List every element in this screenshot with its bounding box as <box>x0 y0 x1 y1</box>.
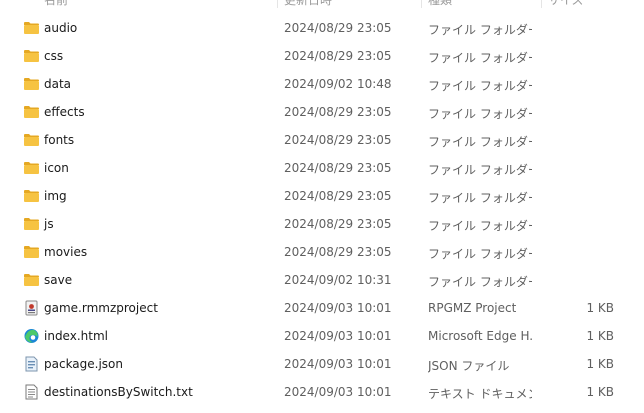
file-type: Microsoft Edge H... <box>428 329 532 343</box>
file-type: テキスト ドキュメント <box>428 387 532 401</box>
folder-icon <box>23 20 40 36</box>
file-row[interactable]: package.json 2024/09/03 10:01 JSON ファイル 1 K… <box>0 350 644 378</box>
file-name: game.rmmzproject <box>44 301 158 315</box>
column-divider[interactable] <box>541 0 542 8</box>
header-type[interactable]: 種類 <box>428 0 452 8</box>
file-date: 2024/08/29 23:05 <box>284 189 392 203</box>
file-date: 2024/08/29 23:05 <box>284 133 392 147</box>
file-type: ファイル フォルダー <box>428 79 532 93</box>
file-row[interactable]: index.html 2024/09/03 10:01 Microsoft Edge… <box>0 322 644 350</box>
file-type: ファイル フォルダー <box>428 191 532 205</box>
folder-icon <box>23 76 40 92</box>
file-date: 2024/08/29 23:05 <box>284 105 392 119</box>
file-row[interactable]: destinationsBySwitch.txt 2024/09/03 10:01… <box>0 378 644 406</box>
file-date: 2024/09/03 10:01 <box>284 385 392 399</box>
file-type: ファイル フォルダー <box>428 23 532 37</box>
column-header: 名前 更新日時 種類 サイズ <box>0 0 644 8</box>
folder-icon <box>23 48 40 64</box>
file-date: 2024/09/03 10:01 <box>284 357 392 371</box>
folder-icon <box>23 272 40 288</box>
folder-icon <box>23 216 40 232</box>
column-divider[interactable] <box>277 0 278 8</box>
file-date: 2024/08/29 23:05 <box>284 49 392 63</box>
file-type: RPGMZ Project <box>428 301 517 315</box>
file-row[interactable]: css 2024/08/29 23:05 ファイル フォルダー <box>0 42 644 70</box>
file-date: 2024/08/29 23:05 <box>284 245 392 259</box>
file-row[interactable]: save 2024/09/02 10:31 ファイル フォルダー <box>0 266 644 294</box>
file-size: 1 KB <box>586 385 614 399</box>
file-name: effects <box>44 105 85 119</box>
file-name: img <box>44 189 67 203</box>
file-name: fonts <box>44 133 75 147</box>
folder-icon <box>23 188 40 204</box>
file-date: 2024/09/02 10:48 <box>284 77 392 91</box>
file-name: audio <box>44 21 78 35</box>
file-type: ファイル フォルダー <box>428 275 532 289</box>
file-type: ファイル フォルダー <box>428 247 532 261</box>
file-size: 1 KB <box>586 301 614 315</box>
json-file-icon <box>23 356 40 372</box>
file-type: ファイル フォルダー <box>428 51 532 65</box>
file-row[interactable]: img 2024/08/29 23:05 ファイル フォルダー <box>0 182 644 210</box>
file-row[interactable]: movies 2024/08/29 23:05 ファイル フォルダー <box>0 238 644 266</box>
file-date: 2024/09/03 10:01 <box>284 301 392 315</box>
column-divider[interactable] <box>421 0 422 8</box>
text-file-icon <box>23 384 40 400</box>
folder-icon <box>23 244 40 260</box>
file-date: 2024/09/02 10:31 <box>284 273 392 287</box>
folder-icon <box>23 104 40 120</box>
folder-icon <box>23 132 40 148</box>
file-row[interactable]: data 2024/09/02 10:48 ファイル フォルダー <box>0 70 644 98</box>
file-type: ファイル フォルダー <box>428 219 532 233</box>
file-date: 2024/08/29 23:05 <box>284 161 392 175</box>
file-row[interactable]: game.rmmzproject 2024/09/03 10:01 RPGMZ Pr… <box>0 294 644 322</box>
file-name: js <box>44 217 54 231</box>
file-size: 1 KB <box>586 329 614 343</box>
file-type: ファイル フォルダー <box>428 163 532 177</box>
file-name: data <box>44 77 72 91</box>
file-date: 2024/08/29 23:05 <box>284 217 392 231</box>
file-row[interactable]: fonts 2024/08/29 23:05 ファイル フォルダー <box>0 126 644 154</box>
file-row[interactable]: icon 2024/08/29 23:05 ファイル フォルダー <box>0 154 644 182</box>
file-name: destinationsBySwitch.txt <box>44 385 193 399</box>
file-type: ファイル フォルダー <box>428 107 532 121</box>
file-row[interactable]: js 2024/08/29 23:05 ファイル フォルダー <box>0 210 644 238</box>
file-name: package.json <box>44 357 124 371</box>
file-row[interactable]: effects 2024/08/29 23:05 ファイル フォルダー <box>0 98 644 126</box>
file-list: audio 2024/08/29 23:05 ファイル フォルダー css 2024/0… <box>0 14 644 406</box>
file-name: save <box>44 273 73 287</box>
header-size[interactable]: サイズ <box>548 0 584 8</box>
header-date[interactable]: 更新日時 <box>284 0 332 8</box>
file-row[interactable]: audio 2024/08/29 23:05 ファイル フォルダー <box>0 14 644 42</box>
folder-icon <box>23 160 40 176</box>
file-size: 1 KB <box>586 357 614 371</box>
header-name[interactable]: 名前 <box>44 0 68 8</box>
edge-icon <box>23 328 40 344</box>
file-type: JSON ファイル <box>428 359 510 373</box>
file-date: 2024/08/29 23:05 <box>284 21 392 35</box>
rpgmz-project-icon <box>23 300 40 316</box>
file-name: index.html <box>44 329 108 343</box>
file-date: 2024/09/03 10:01 <box>284 329 392 343</box>
file-name: icon <box>44 161 69 175</box>
file-type: ファイル フォルダー <box>428 135 532 149</box>
file-name: css <box>44 49 64 63</box>
file-name: movies <box>44 245 88 259</box>
